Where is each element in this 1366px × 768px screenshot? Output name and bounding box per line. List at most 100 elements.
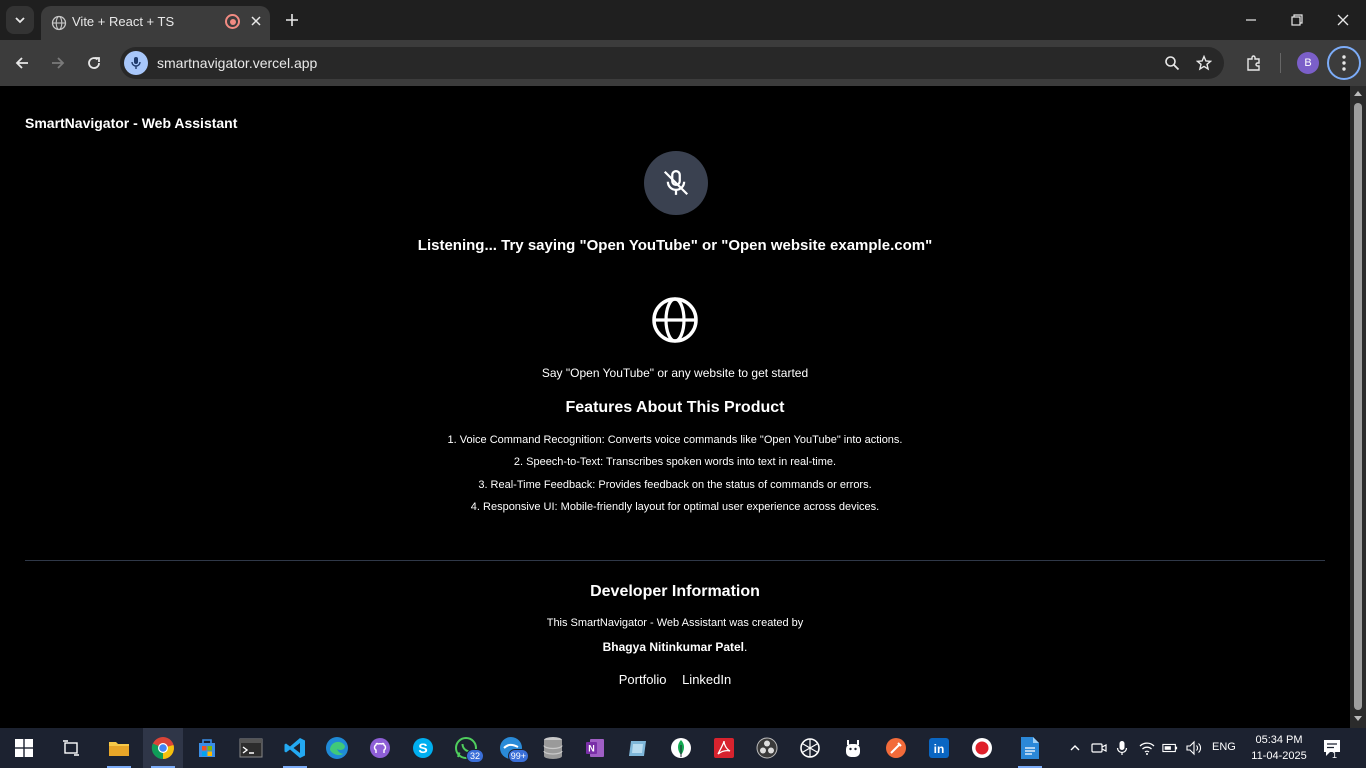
system-clock[interactable]: 05:34 PM 11-04-2025 [1244, 732, 1314, 764]
browser-menu-button[interactable] [1327, 46, 1361, 80]
pdf-icon [714, 738, 734, 758]
page-scrollbar[interactable] [1350, 86, 1366, 728]
portfolio-link[interactable]: Portfolio [619, 672, 667, 687]
tray-camera[interactable] [1091, 740, 1107, 756]
taskbar-github-desktop[interactable] [360, 728, 400, 768]
address-bar[interactable]: smartnavigator.vercel.app [120, 47, 1224, 79]
taskbar-recorder[interactable] [962, 728, 1002, 768]
taskbar-sketch-app[interactable] [618, 728, 658, 768]
zoom-icon [1165, 56, 1180, 71]
taskbar-linkedin[interactable]: in [919, 728, 959, 768]
tab-active[interactable]: Vite + React + TS [41, 6, 270, 40]
whatsapp-badge: 32 [466, 749, 484, 763]
feature-item: 3. Real-Time Feedback: Provides feedback… [478, 478, 872, 491]
features-list: 1. Voice Command Recognition: Converts v… [0, 433, 1350, 522]
postman-icon [886, 738, 906, 758]
tablet-app-icon [629, 741, 646, 756]
microphone-icon [131, 57, 141, 69]
taskbar-skype[interactable]: S [403, 728, 443, 768]
zoom-button[interactable] [1162, 53, 1182, 73]
onenote-icon: N [586, 739, 604, 757]
windows-taskbar: S 32 99+ N in ENG 05:34 PM 11-04-2025 1 [0, 728, 1366, 768]
bookmark-button[interactable] [1194, 53, 1214, 73]
taskbar-vscode[interactable] [275, 728, 315, 768]
taskbar-edge[interactable] [317, 728, 357, 768]
taskbar-mascot-app[interactable] [833, 728, 873, 768]
tab-strip: Vite + React + TS [0, 0, 1366, 40]
chevron-up-icon [1070, 745, 1080, 751]
taskbar-store[interactable] [187, 728, 227, 768]
tab-search-button[interactable] [6, 6, 34, 34]
window-close-button[interactable] [1331, 8, 1355, 32]
url-text[interactable]: smartnavigator.vercel.app [157, 55, 317, 71]
microphone-icon [1116, 741, 1128, 755]
profile-avatar[interactable]: B [1297, 52, 1319, 74]
page-content: SmartNavigator - Web Assistant Listening… [0, 86, 1350, 728]
plus-icon [286, 14, 298, 26]
listening-status: Listening... Try saying "Open YouTube" o… [417, 237, 933, 254]
get-started-hint: Say "Open YouTube" or any website to get… [541, 366, 809, 380]
tray-microphone[interactable] [1114, 740, 1130, 756]
store-icon [199, 739, 215, 757]
clock-time: 05:34 PM [1255, 734, 1303, 746]
taskbar-obs[interactable] [747, 728, 787, 768]
record-icon [972, 738, 992, 758]
developer-name-line: Bhagya Nitinkumar Patel. [0, 640, 1350, 654]
forward-button[interactable] [45, 50, 71, 76]
feature-item: 1. Voice Command Recognition: Converts v… [447, 434, 903, 446]
tray-overflow-button[interactable] [1067, 740, 1083, 756]
kebab-menu-icon [1342, 55, 1346, 71]
taskbar-postman[interactable] [876, 728, 916, 768]
taskbar-database[interactable] [533, 728, 573, 768]
taskbar-document[interactable] [1010, 728, 1050, 768]
scroll-up-arrow-icon[interactable] [1354, 91, 1362, 96]
close-icon [1337, 14, 1349, 26]
voice-search-button[interactable] [124, 51, 148, 75]
wifi-icon [1139, 742, 1155, 755]
taskbar-terminal[interactable] [231, 728, 271, 768]
tray-wifi[interactable] [1139, 740, 1155, 756]
minimize-button[interactable] [1239, 8, 1263, 32]
taskbar-whatsapp[interactable]: 32 [446, 728, 486, 768]
llama-icon [846, 740, 860, 757]
taskbar-chatgpt[interactable] [790, 728, 830, 768]
restore-icon [1291, 14, 1303, 26]
github-icon [370, 738, 390, 758]
windows-logo-icon [15, 739, 33, 757]
taskbar-mongodb[interactable] [661, 728, 701, 768]
linkedin-link[interactable]: LinkedIn [682, 672, 731, 687]
extensions-button[interactable] [1242, 51, 1266, 75]
svg-text:in: in [934, 742, 945, 756]
tab-close-button[interactable] [246, 11, 266, 31]
database-icon [543, 737, 563, 759]
tray-volume[interactable] [1186, 740, 1202, 756]
taskbar-chrome[interactable] [143, 728, 183, 768]
scroll-down-arrow-icon[interactable] [1354, 716, 1362, 721]
back-button[interactable] [9, 50, 35, 76]
terminal-icon [239, 738, 263, 758]
puzzle-icon [1247, 55, 1260, 71]
chatgpt-icon [800, 738, 820, 758]
taskbar-onenote[interactable]: N [575, 728, 615, 768]
notification-count: 1 [1332, 750, 1338, 760]
folder-icon [109, 742, 129, 756]
task-view-button[interactable] [51, 728, 91, 768]
camera-icon [1091, 743, 1107, 753]
globe-icon [652, 297, 698, 343]
feature-item: 2. Speech-to-Text: Transcribes spoken wo… [513, 456, 837, 469]
mic-toggle-button[interactable] [644, 151, 708, 215]
taskbar-mail[interactable]: 99+ [491, 728, 531, 768]
language-indicator[interactable]: ENG [1212, 741, 1236, 753]
developer-heading: Developer Information [590, 583, 760, 600]
vscode-icon [284, 738, 305, 758]
mic-off-icon [663, 170, 689, 196]
tray-battery[interactable] [1162, 740, 1178, 756]
star-icon [1196, 55, 1212, 71]
reload-button[interactable] [81, 50, 107, 76]
taskbar-acrobat[interactable] [704, 728, 744, 768]
new-tab-button[interactable] [280, 8, 304, 32]
taskbar-file-explorer[interactable] [99, 728, 139, 768]
restore-button[interactable] [1285, 8, 1309, 32]
scroll-thumb[interactable] [1354, 103, 1362, 710]
start-button[interactable] [4, 728, 44, 768]
